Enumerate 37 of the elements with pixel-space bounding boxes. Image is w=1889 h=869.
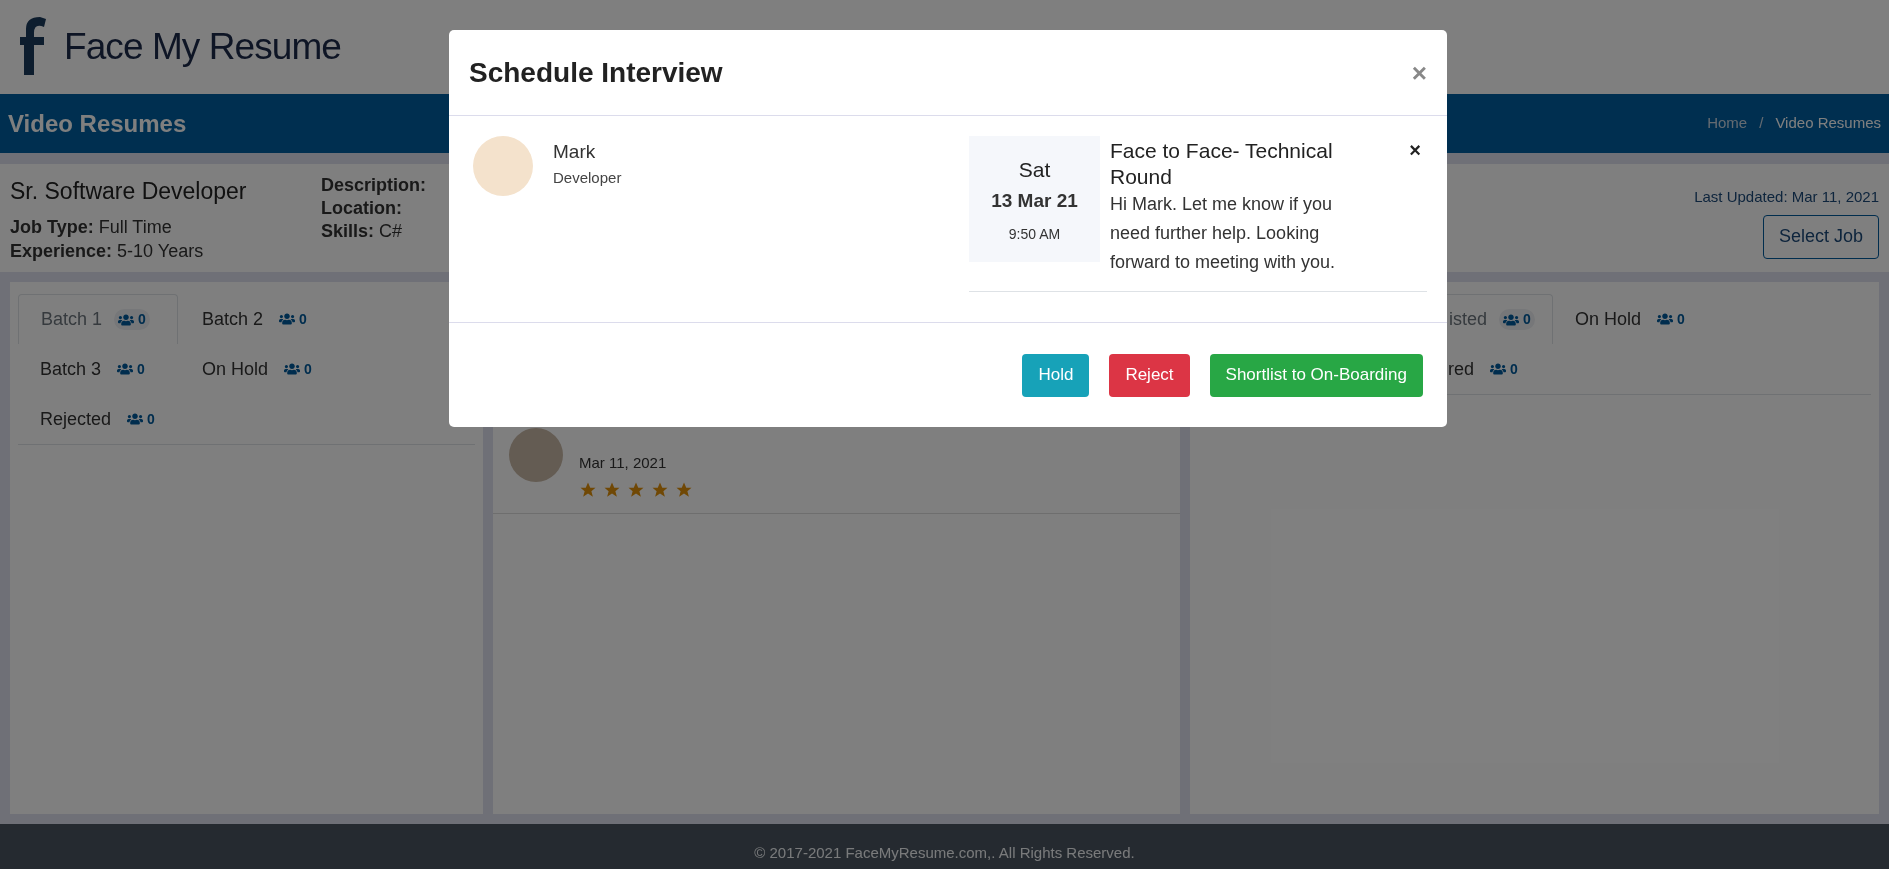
count-text: 0 bbox=[137, 359, 145, 379]
tab-label: red bbox=[1448, 357, 1474, 381]
last-updated-text: Last Updated: Mar 11, 2021 bbox=[1694, 187, 1879, 207]
tab-label: On Hold bbox=[1575, 307, 1642, 331]
job-field: Experience: 5-10 Years bbox=[10, 238, 255, 263]
count-text: 0 bbox=[147, 409, 155, 429]
candidate-role: Developer bbox=[553, 167, 622, 188]
count-text: 0 bbox=[1523, 310, 1531, 329]
job-field: Job Type: Full Time bbox=[10, 214, 255, 239]
count-text: 0 bbox=[304, 359, 312, 379]
tab-label: Rejected bbox=[40, 407, 112, 431]
count-text: 0 bbox=[1510, 359, 1518, 379]
copyright-text: © 2017-2021 FaceMyResume.com,. All Rights Reserved. bbox=[754, 843, 1135, 864]
interview-date: 13 Mar 21 bbox=[991, 189, 1078, 213]
candidate-name: Mark bbox=[553, 140, 597, 164]
page-title: Video Resumes bbox=[8, 108, 187, 139]
tab-label: Batch 1 bbox=[41, 308, 103, 331]
count-text: 0 bbox=[1677, 309, 1685, 329]
tab-label: Batch 3 bbox=[40, 357, 102, 381]
tab-label: On Hold bbox=[202, 357, 269, 381]
count-text: 0 bbox=[299, 309, 307, 329]
job-title: Sr. Software Developer bbox=[10, 177, 248, 206]
job-detail: Location: bbox=[321, 197, 403, 220]
tab-label: isted bbox=[1449, 308, 1488, 331]
interview-message: Hi Mark. Let me know if you need further help. Looking forward to meeting with you. bbox=[1110, 193, 1337, 274]
interview-time: 9:50 AM bbox=[1008, 224, 1061, 244]
interview-title: Face to Face- Technical Round bbox=[1110, 138, 1334, 190]
breadcrumb-separator: / bbox=[1759, 113, 1764, 134]
job-detail: Description: bbox=[321, 174, 426, 197]
breadcrumb-current: Video Resumes bbox=[1775, 113, 1881, 134]
candidate-date: Mar 11, 2021 bbox=[579, 453, 668, 473]
brand-name: Face My Resume bbox=[64, 25, 341, 70]
tab-label: Batch 2 bbox=[202, 307, 264, 331]
count-text: 0 bbox=[138, 310, 146, 329]
job-detail: Skills: C# bbox=[321, 220, 404, 243]
dialog-title: Schedule Interview bbox=[469, 55, 723, 90]
interview-day: Sat bbox=[1018, 153, 1051, 185]
